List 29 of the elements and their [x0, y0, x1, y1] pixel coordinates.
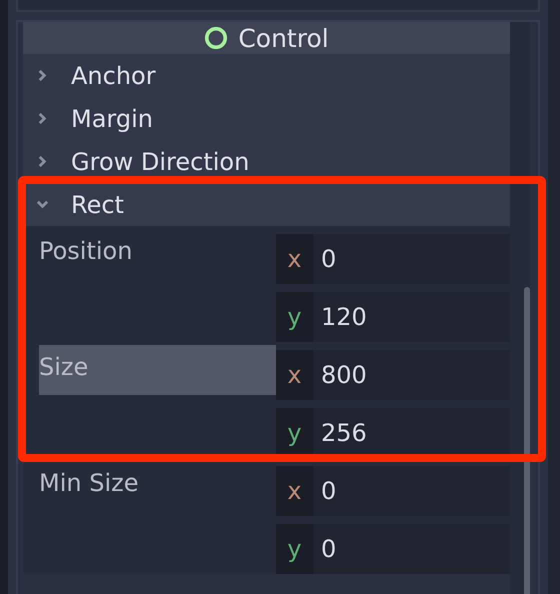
number-field[interactable]: y 0	[276, 524, 510, 574]
circle-icon	[204, 26, 228, 50]
number-field[interactable]: x 800	[276, 350, 510, 400]
number-field[interactable]: x 0	[276, 234, 510, 284]
axis-label: y	[276, 292, 313, 342]
section-row[interactable]: Rect	[23, 183, 510, 226]
chevron-down-icon	[36, 198, 49, 211]
axis-label: y	[276, 524, 313, 574]
field-value: 0	[321, 535, 336, 563]
axis-label: x	[276, 234, 313, 284]
field-value: 256	[321, 419, 367, 447]
field-value: 800	[321, 361, 367, 389]
property-label[interactable]: Position	[39, 229, 276, 279]
chevron-right-icon	[36, 155, 49, 168]
number-field[interactable]: x 0	[276, 466, 510, 516]
axis-label: x	[276, 350, 313, 400]
field-value: 0	[321, 245, 336, 273]
axis-label: x	[276, 466, 313, 516]
chevron-right-icon	[36, 112, 49, 125]
chevron-right-icon	[36, 69, 49, 82]
field-value: 120	[321, 303, 367, 331]
section-row[interactable]: Anchor	[23, 54, 510, 97]
section-row[interactable]: Margin	[23, 97, 510, 140]
property-label[interactable]: Size	[39, 345, 276, 395]
number-field[interactable]: y 120	[276, 292, 510, 342]
property-label[interactable]: Min Size	[39, 461, 276, 511]
scrollbar-thumb[interactable]	[524, 287, 530, 594]
field-value: 0	[321, 477, 336, 505]
header-title: Control	[238, 24, 329, 52]
